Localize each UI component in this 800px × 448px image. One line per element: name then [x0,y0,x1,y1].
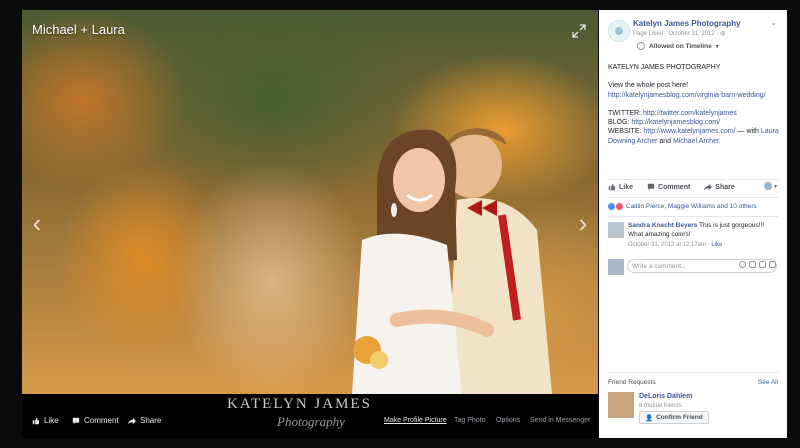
expand-icon[interactable] [572,24,586,38]
post-meta-text: Page Liked · October 31, 2012 · [633,31,719,37]
blog-label: BLOG: [608,119,632,127]
comment-icon [72,417,80,424]
like-reaction-icon [608,203,615,210]
comment-meta: October 31, 2012 at 12:17am · Like [628,241,778,250]
confirm-friend-button[interactable]: 👤 Confirm Friend [639,411,709,424]
tag-michael-link[interactable]: Michael Archer [673,138,719,145]
like-label: Like [619,183,634,191]
wedding-photo[interactable] [22,10,598,394]
timeline-setting[interactable]: Allowed on Timeline ▾ [637,42,719,50]
mutual-friends[interactable]: 8 mutual friends [639,403,682,409]
thumbs-up-icon [608,183,616,191]
couple-illustration [352,128,552,394]
friend-request-name[interactable]: DeLoris Dahlem [639,393,692,400]
reactions-text: Caitlin Pierce, Maggie Williams and 10 o… [626,203,757,210]
post-body: KATELYN JAMES PHOTOGRAPHY View the whole… [608,63,780,146]
twitter-link[interactable]: http://twitter.com/katelynjames [643,110,737,117]
with-text: — with [735,128,761,136]
watermark-logo: KATELYN JAMES [227,396,372,412]
photo-title: Michael + Laura [32,22,125,37]
post-view-line: View the whole post here! http://katelyn… [608,81,780,100]
friend-requests-header: Friend Requests See All [608,379,778,386]
like-button[interactable]: Like [608,183,633,191]
avatar[interactable] [608,392,634,418]
photo-like-label: Like [44,416,59,425]
previous-photo-arrow-icon[interactable]: ‹ [30,210,44,236]
share-icon [128,417,136,424]
twitter-label: TWITTER: [608,109,643,117]
avatar [763,182,772,190]
photo-like-button[interactable]: Like [32,416,59,425]
divider [608,216,778,217]
blog-link[interactable]: http://katelynjamesblog.com/ [631,119,720,126]
camera-icon[interactable] [749,261,756,268]
comment-text: Sandra Knecht Beyers This is just gorgeo… [628,222,778,250]
comment-icon [647,183,655,191]
caret-down-icon: ▾ [773,183,777,190]
options-link[interactable]: Options [496,417,520,424]
photo-comment-label: Comment [84,416,119,425]
make-profile-picture-link[interactable]: Make Profile Picture [384,417,447,424]
comment-like-link[interactable]: Like [711,242,722,248]
post-meta: Page Liked · October 31, 2012 · ◍ [633,30,725,37]
thumbs-up-icon [32,417,40,424]
globe-icon: ◍ [720,31,726,37]
friend-requests-title: Friend Requests [608,379,656,386]
confirm-friend-label: Confirm Friend [656,414,703,421]
timeline-label: Allowed on Timeline [649,42,712,50]
blog-post-link[interactable]: http://katelynjamesblog.com/virginia-bar… [608,92,766,99]
comment-label: Comment [658,183,691,191]
gif-icon[interactable] [759,261,766,268]
tag-photo-link[interactable]: Tag Photo [454,417,486,424]
page-name-link[interactable]: Katelyn James Photography [633,19,741,28]
photo-viewer: Michael + Laura ‹ › KATELYN JAMES Photog… [22,10,598,438]
chevron-down-icon[interactable]: ⌄ [770,18,777,27]
reactions-summary[interactable]: Caitlin Pierce, Maggie Williams and 10 o… [608,203,757,210]
post-panel: Katelyn James Photography Page Liked · O… [599,10,787,438]
divider [608,179,778,180]
watermark-script: Photography [277,414,345,429]
post-as-selector[interactable]: ▾ [763,182,777,190]
caret-down-icon: ▾ [715,43,719,50]
website-label: WEBSITE: [608,128,644,136]
post-links: TWITTER: http://twitter.com/katelynjames… [608,109,780,146]
avatar [608,259,624,275]
sticker-icon[interactable] [769,261,776,268]
divider [608,197,778,198]
page-avatar[interactable] [608,20,630,42]
avatar[interactable] [608,222,624,238]
share-icon [704,183,713,191]
comment-time: October 31, 2012 at 12:17am · [628,242,712,248]
write-comment-row: Write a comment... [608,259,780,275]
and-text: and [657,137,673,145]
post-actions: Like Comment Share [608,183,778,191]
timeline-status-icon [637,42,645,50]
comment-author-link[interactable]: Sandra Knecht Beyers [628,222,697,229]
comment-tools [739,261,776,268]
love-reaction-icon [616,203,623,210]
view-text: View the whole post here! [608,82,689,90]
next-photo-arrow-icon[interactable]: › [576,210,590,236]
share-label: Share [715,183,735,191]
website-link[interactable]: http://www.katelynjames.com/ [643,128,735,135]
photo-share-button[interactable]: Share [128,416,161,425]
post-heading: KATELYN JAMES PHOTOGRAPHY [608,64,721,71]
share-button[interactable]: Share [704,183,735,191]
comment-button[interactable]: Comment [647,183,690,191]
add-friend-icon: 👤 [645,414,654,422]
emoji-icon[interactable] [739,261,746,268]
end-text: . [718,137,721,145]
divider [608,372,778,373]
photo-comment-button[interactable]: Comment [72,416,119,425]
photo-share-label: Share [140,416,162,425]
send-in-messenger-link[interactable]: Send in Messenger [530,417,590,424]
see-all-link[interactable]: See All [758,379,778,386]
